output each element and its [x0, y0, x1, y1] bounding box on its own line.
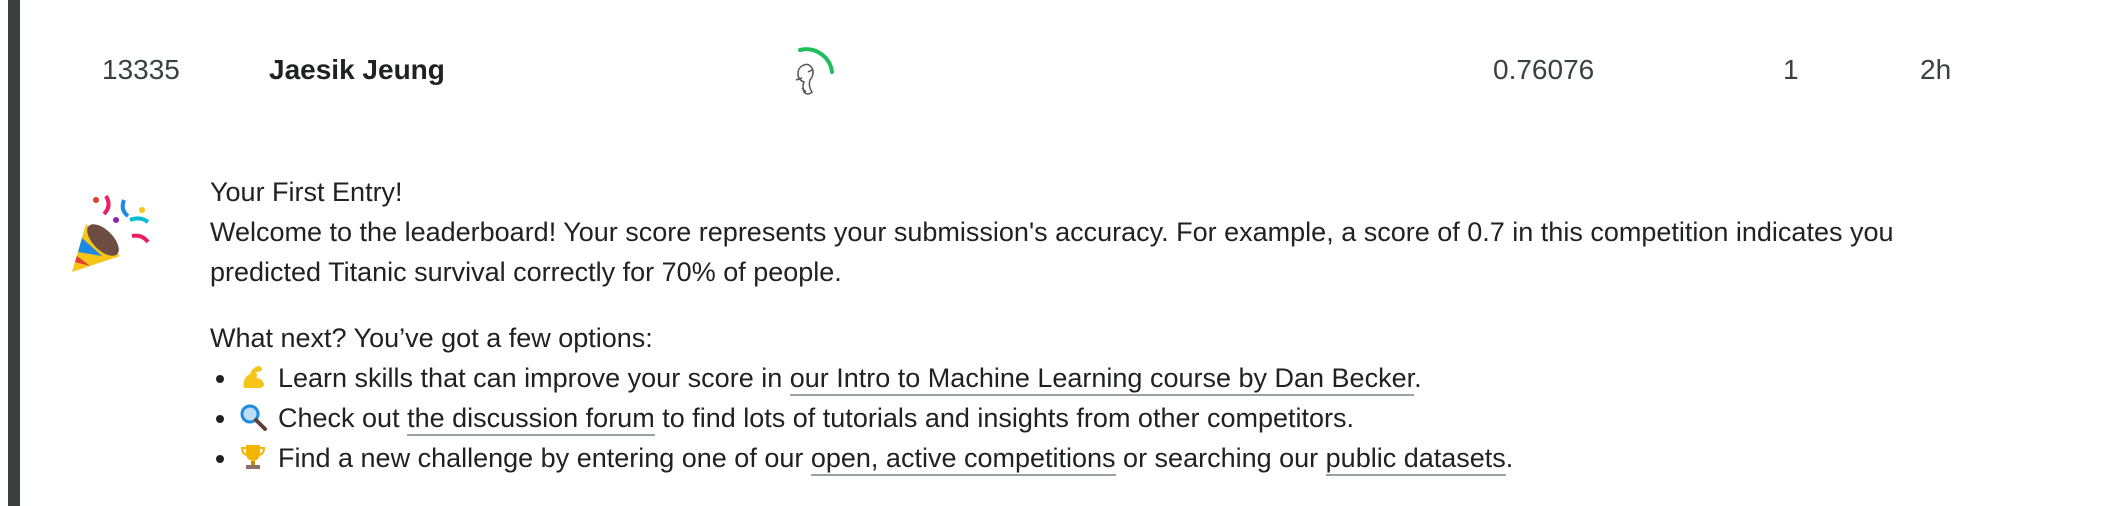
party-popper-icon	[72, 194, 150, 272]
options-list: Learn skills that can improve your score…	[210, 358, 2090, 478]
team-avatar[interactable]	[772, 42, 844, 114]
selected-row-indicator	[8, 0, 20, 506]
option-3-post: .	[1505, 443, 1514, 473]
option-2-pre: Check out	[278, 403, 408, 433]
first-entry-message: Your First Entry! Welcome to the leaderb…	[210, 172, 2090, 478]
option-discussion-forum: Check out the discussion forum to find l…	[210, 398, 2090, 438]
message-body-line-2: predicted Titanic survival correctly for…	[210, 257, 842, 287]
entries-value: 1	[1783, 54, 1799, 85]
rank-value: 13335	[102, 54, 180, 85]
option-learn-skills: Learn skills that can improve your score…	[210, 358, 2090, 398]
trophy-icon	[240, 445, 266, 469]
option-3-pre: Find a new challenge by entering one of …	[278, 443, 811, 473]
option-3-mid: or searching our	[1115, 443, 1326, 473]
score-value: 0.76076	[1493, 54, 1595, 85]
discussion-forum-link[interactable]: the discussion forum	[407, 403, 655, 436]
active-competitions-link[interactable]: open, active competitions	[810, 443, 1116, 476]
option-2-post: to find lots of tutorials and insights f…	[654, 403, 1355, 433]
message-body-line-1: Welcome to the leaderboard! Your score r…	[210, 217, 1894, 247]
leaderboard-row: 13335 Jaesik Jeung 0.76076 1 2h	[20, 30, 2080, 110]
magnifying-glass-icon	[240, 404, 267, 431]
intro-ml-course-link[interactable]: our Intro to Machine Learning course by …	[789, 363, 1415, 396]
last-submission-value: 2h	[1920, 54, 1952, 85]
flexed-biceps-icon	[243, 366, 264, 388]
public-datasets-link[interactable]: public datasets	[1325, 443, 1506, 476]
message-title: Your First Entry!	[210, 177, 403, 207]
option-1-pre: Learn skills that can improve your score…	[278, 363, 790, 393]
what-next-text: What next? You’ve got a few options:	[210, 323, 653, 353]
team-name-link[interactable]: Jaesik Jeung	[269, 30, 445, 110]
option-new-challenge: Find a new challenge by entering one of …	[210, 438, 2090, 478]
option-1-post: .	[1414, 363, 1422, 393]
